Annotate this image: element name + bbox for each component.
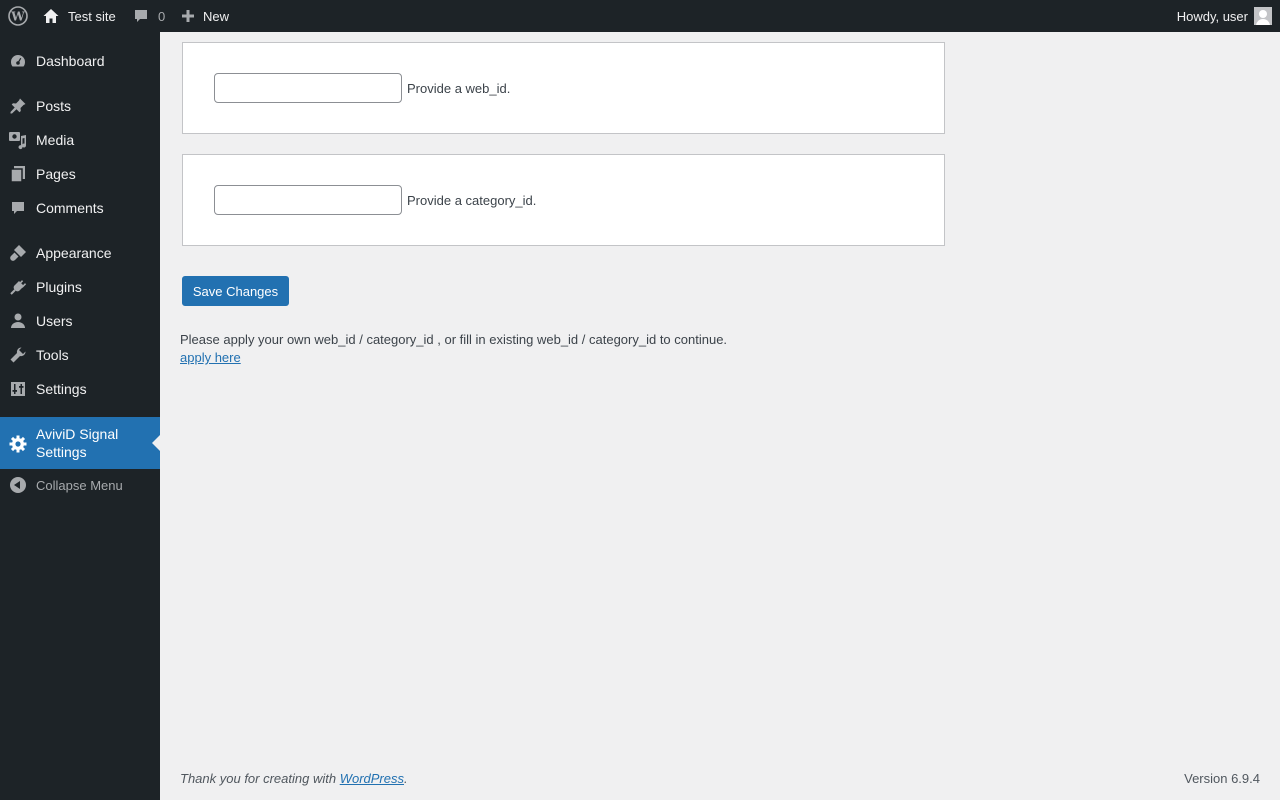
admin-bar: W Test site 0 New Howdy, user	[0, 0, 1280, 32]
sidebar-item-avivid-signal-settings[interactable]: AviviD Signal Settings	[0, 417, 160, 469]
gear-icon	[8, 434, 28, 454]
web-id-input[interactable]	[214, 73, 402, 103]
sidebar-item-label: Users	[36, 313, 73, 329]
wordpress-link[interactable]: WordPress	[340, 771, 404, 786]
footer-thanks-prefix: Thank you for creating with	[180, 771, 340, 786]
comments-count: 0	[158, 8, 166, 24]
site-name-link[interactable]: Test site	[42, 0, 116, 32]
plus-icon	[182, 10, 194, 22]
dashboard-icon	[8, 51, 28, 71]
wrench-icon	[8, 345, 28, 365]
sidebar-item-label: Dashboard	[36, 53, 105, 69]
howdy-label: Howdy, user	[1176, 8, 1248, 24]
new-content-button[interactable]: New	[181, 0, 229, 32]
comments-link[interactable]: 0	[133, 0, 165, 32]
sidebar-item-media[interactable]: Media	[0, 123, 160, 157]
pin-icon	[8, 96, 28, 116]
sidebar-item-label: Media	[36, 132, 75, 148]
sidebar-item-label: Appearance	[36, 245, 112, 261]
collapse-arrow-icon	[8, 475, 28, 495]
category-id-description: Provide a category_id.	[407, 193, 537, 208]
sidebar-item-tools[interactable]: Tools	[0, 338, 160, 372]
sidebar-item-label: Plugins	[36, 279, 82, 295]
comment-icon	[135, 10, 147, 22]
pages-icon	[8, 164, 28, 184]
sidebar-item-label: AviviD Signal Settings	[36, 426, 119, 460]
sidebar-item-users[interactable]: Users	[0, 304, 160, 338]
web-id-description: Provide a web_id.	[407, 81, 511, 96]
sidebar-item-appearance[interactable]: Appearance	[0, 236, 160, 270]
sidebar-item-label: Comments	[36, 200, 104, 216]
user-icon	[8, 311, 28, 331]
svg-text:W: W	[10, 10, 25, 24]
sidebar-item-dashboard[interactable]: Dashboard	[0, 44, 160, 78]
new-label: New	[203, 8, 230, 24]
sidebar-item-plugins[interactable]: Plugins	[0, 270, 160, 304]
category-id-input[interactable]	[214, 185, 402, 215]
sidebar-item-label: Pages	[36, 166, 76, 182]
wordpress-logo-button[interactable]: W	[6, 0, 30, 32]
web-id-section: Provide a web_id.	[182, 42, 945, 134]
site-name-label: Test site	[68, 8, 116, 24]
category-id-section: Provide a category_id.	[182, 154, 945, 246]
save-changes-button[interactable]: Save Changes	[182, 276, 289, 306]
sidebar-item-posts[interactable]: Posts	[0, 89, 160, 123]
sidebar-item-settings[interactable]: Settings	[0, 372, 160, 406]
sidebar-item-label: Posts	[36, 98, 72, 114]
collapse-menu-label: Collapse Menu	[36, 477, 123, 493]
notice: Please apply your own web_id / category_…	[180, 331, 727, 367]
footer-thanks-suffix: .	[404, 771, 408, 786]
sidebar-item-label: Settings	[36, 381, 87, 397]
comment-icon	[8, 198, 28, 218]
sliders-icon	[8, 379, 28, 399]
plug-icon	[8, 277, 28, 297]
footer-thanks: Thank you for creating with WordPress.	[180, 771, 408, 786]
wordpress-logo-icon: W	[8, 6, 28, 26]
home-icon	[43, 9, 59, 23]
sidebar-item-comments[interactable]: Comments	[0, 191, 160, 225]
admin-sidebar: Dashboard Posts Media Pages Comments App…	[0, 32, 160, 800]
brush-icon	[8, 243, 28, 263]
avatar	[1254, 7, 1272, 25]
sidebar-item-label: Tools	[36, 347, 69, 363]
account-menu[interactable]: Howdy, user	[1177, 0, 1272, 32]
media-icon	[8, 130, 28, 150]
collapse-menu-button[interactable]: Collapse Menu	[0, 468, 160, 502]
sidebar-item-pages[interactable]: Pages	[0, 157, 160, 191]
apply-here-link[interactable]: apply here	[180, 350, 241, 365]
current-page-indicator	[152, 435, 160, 451]
footer-version: Version 6.9.4	[1184, 771, 1260, 786]
notice-text: Please apply your own web_id / category_…	[180, 332, 728, 347]
